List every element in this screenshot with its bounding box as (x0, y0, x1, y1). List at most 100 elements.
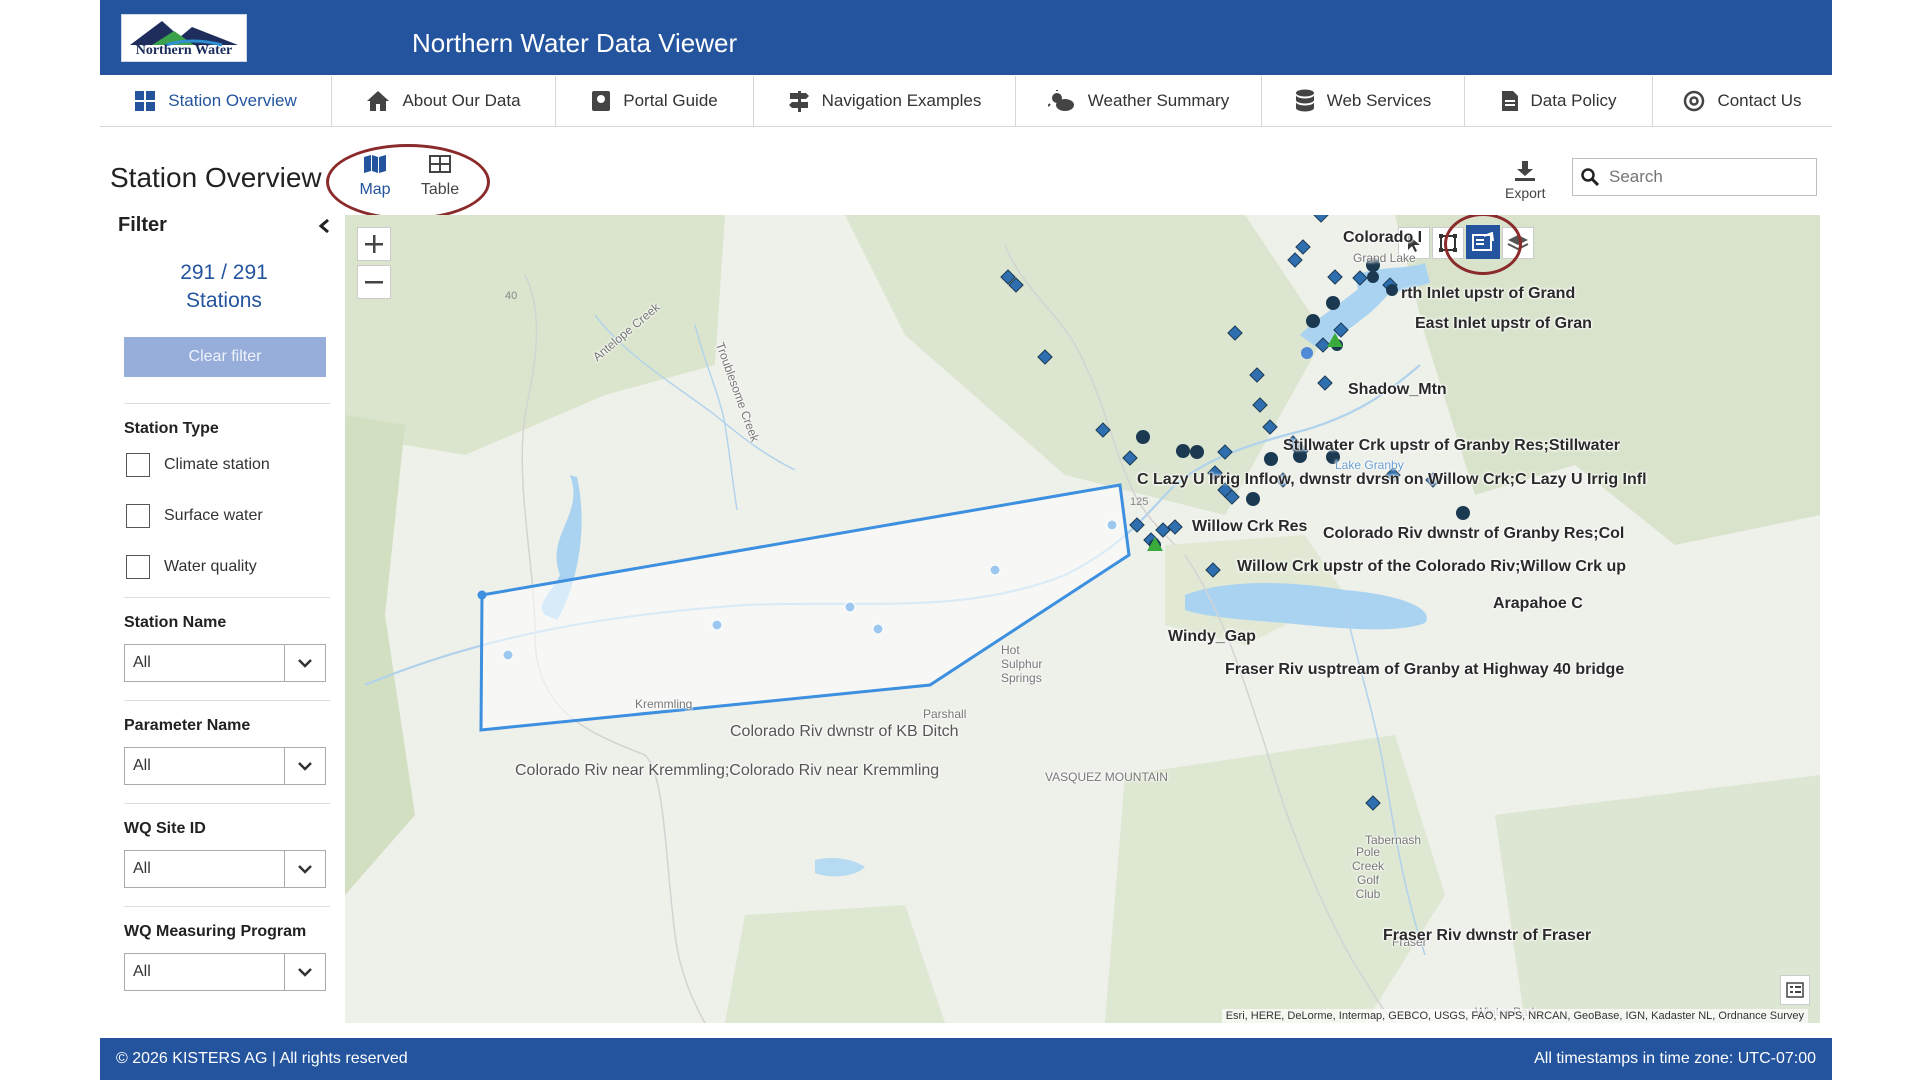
chevron-down-icon (298, 659, 312, 668)
station-marker[interactable] (1456, 506, 1470, 520)
place-label: Pole Creek Golf Club (1351, 845, 1384, 901)
zoom-in-button[interactable] (357, 227, 391, 261)
wq-measuring-program-select[interactable]: All (124, 953, 326, 991)
checkbox-water-quality[interactable]: Water quality (126, 554, 330, 579)
station-marker[interactable] (1106, 519, 1118, 531)
checkbox[interactable] (126, 503, 150, 528)
checkbox[interactable] (126, 554, 150, 579)
document-icon (1501, 91, 1518, 111)
grid-icon (135, 91, 156, 111)
checkbox-label: Surface water (164, 506, 263, 524)
checkbox-surface-water[interactable]: Surface water (126, 503, 330, 528)
zoom-out-button[interactable] (357, 265, 391, 299)
nav-web-services[interactable]: Web Services (1262, 76, 1465, 126)
station-marker[interactable] (872, 623, 884, 635)
road-label: 125 (1130, 496, 1148, 508)
download-icon (1515, 161, 1536, 181)
nav-label: Weather Summary (1087, 91, 1230, 110)
station-marker[interactable] (1326, 296, 1340, 310)
checkbox-climate-station[interactable]: Climate station (126, 452, 330, 477)
legend-button[interactable] (1780, 975, 1810, 1005)
station-marker[interactable] (989, 564, 1001, 576)
station-marker[interactable] (1287, 252, 1303, 268)
nav-station-overview[interactable]: Station Overview (100, 76, 332, 126)
station-marker[interactable] (711, 619, 723, 631)
station-marker[interactable] (1306, 314, 1320, 328)
search-icon (1581, 168, 1599, 186)
nav-contact-us[interactable]: Contact Us (1653, 76, 1832, 126)
nav-about-our-data[interactable]: About Our Data (332, 76, 556, 126)
nav-label: Data Policy (1530, 91, 1617, 110)
cloud-sun-icon (1047, 90, 1074, 111)
wq-site-id-select[interactable]: All (124, 850, 326, 888)
nav-navigation-examples[interactable]: Navigation Examples (754, 76, 1016, 126)
divider (124, 803, 330, 804)
station-marker[interactable] (1313, 215, 1329, 223)
nav-label: Contact Us (1717, 91, 1802, 110)
wq-measuring-program-title: WQ Measuring Program (124, 923, 307, 940)
legend-icon (1786, 982, 1804, 998)
station-name-select[interactable]: All (124, 644, 326, 682)
page-title: Station Overview (110, 162, 322, 193)
station-label: Colorado Riv dwnstr of Granby Res;Col (1323, 525, 1625, 542)
divider (124, 403, 330, 404)
at-icon (1684, 90, 1705, 112)
map-attribution: Esri, HERE, DeLorme, Intermap, GEBCO, US… (1221, 1009, 1808, 1023)
map-canvas[interactable]: 40 125 (345, 215, 1820, 1023)
export-button[interactable]: Export (1505, 160, 1545, 201)
map-panel[interactable]: 40 125 Antelope Creek Troublesome Creek … (345, 215, 1820, 1023)
station-label: rth Inlet upstr of Grand (1401, 285, 1576, 302)
reservoir (815, 857, 865, 877)
station-marker[interactable] (844, 601, 856, 613)
station-label: Fraser Riv dwnstr of Fraser (1383, 927, 1592, 944)
filter-title: Filter (118, 214, 167, 236)
station-marker[interactable] (1190, 445, 1204, 459)
station-marker[interactable] (1386, 284, 1398, 296)
select-value: All (133, 757, 151, 774)
collapse-chevron-icon[interactable] (318, 218, 330, 234)
terrain-area (1495, 775, 1820, 1023)
polygon-vertex[interactable] (477, 590, 487, 600)
home-icon (367, 91, 390, 111)
place-label: Lake Granby (1335, 458, 1404, 472)
terrain-area (345, 415, 415, 895)
station-marker[interactable] (1136, 430, 1150, 444)
station-marker[interactable] (1167, 519, 1183, 535)
nav-label: Portal Guide (623, 91, 718, 110)
parameter-name-select[interactable]: All (124, 747, 326, 785)
checkbox[interactable] (126, 452, 150, 477)
nav-portal-guide[interactable]: Portal Guide (556, 76, 754, 126)
wq-site-id-title: WQ Site ID (124, 820, 206, 837)
station-marker[interactable] (1367, 271, 1379, 283)
search-box[interactable] (1572, 158, 1817, 196)
station-marker[interactable] (1327, 269, 1343, 285)
station-marker[interactable] (1317, 375, 1333, 391)
place-label: Hot Sulphur Springs (1001, 643, 1043, 685)
clear-filter-button[interactable]: Clear filter (124, 337, 326, 377)
minus-icon (365, 281, 383, 284)
nav-label: About Our Data (402, 91, 521, 110)
station-marker[interactable] (502, 649, 514, 661)
nav-weather-summary[interactable]: Weather Summary (1016, 76, 1262, 126)
station-marker[interactable] (1295, 239, 1311, 255)
select-value: All (133, 860, 151, 877)
station-marker[interactable] (1264, 452, 1278, 466)
station-label: Willow Crk Res (1192, 518, 1308, 535)
plus-icon (365, 235, 383, 253)
station-marker[interactable] (1155, 522, 1171, 538)
app-title: Northern Water Data Viewer (412, 28, 738, 58)
terrain-area (345, 215, 725, 455)
parameter-name-title: Parameter Name (124, 717, 251, 734)
place-label: Parshall (923, 707, 967, 721)
database-icon (1295, 89, 1314, 112)
northern-water-logo[interactable]: Northern Water (121, 14, 247, 62)
station-label: Colorado Riv dwnstr of KB Ditch (730, 723, 959, 740)
station-marker[interactable] (1246, 492, 1260, 506)
nav-data-policy[interactable]: Data Policy (1465, 76, 1653, 126)
station-marker[interactable] (1176, 444, 1190, 458)
logo-text: Northern Water (135, 43, 233, 58)
highlight-circle-view-toggle (326, 144, 490, 220)
divider (124, 597, 330, 598)
station-marker[interactable] (1301, 347, 1313, 359)
search-input[interactable] (1607, 166, 1791, 188)
